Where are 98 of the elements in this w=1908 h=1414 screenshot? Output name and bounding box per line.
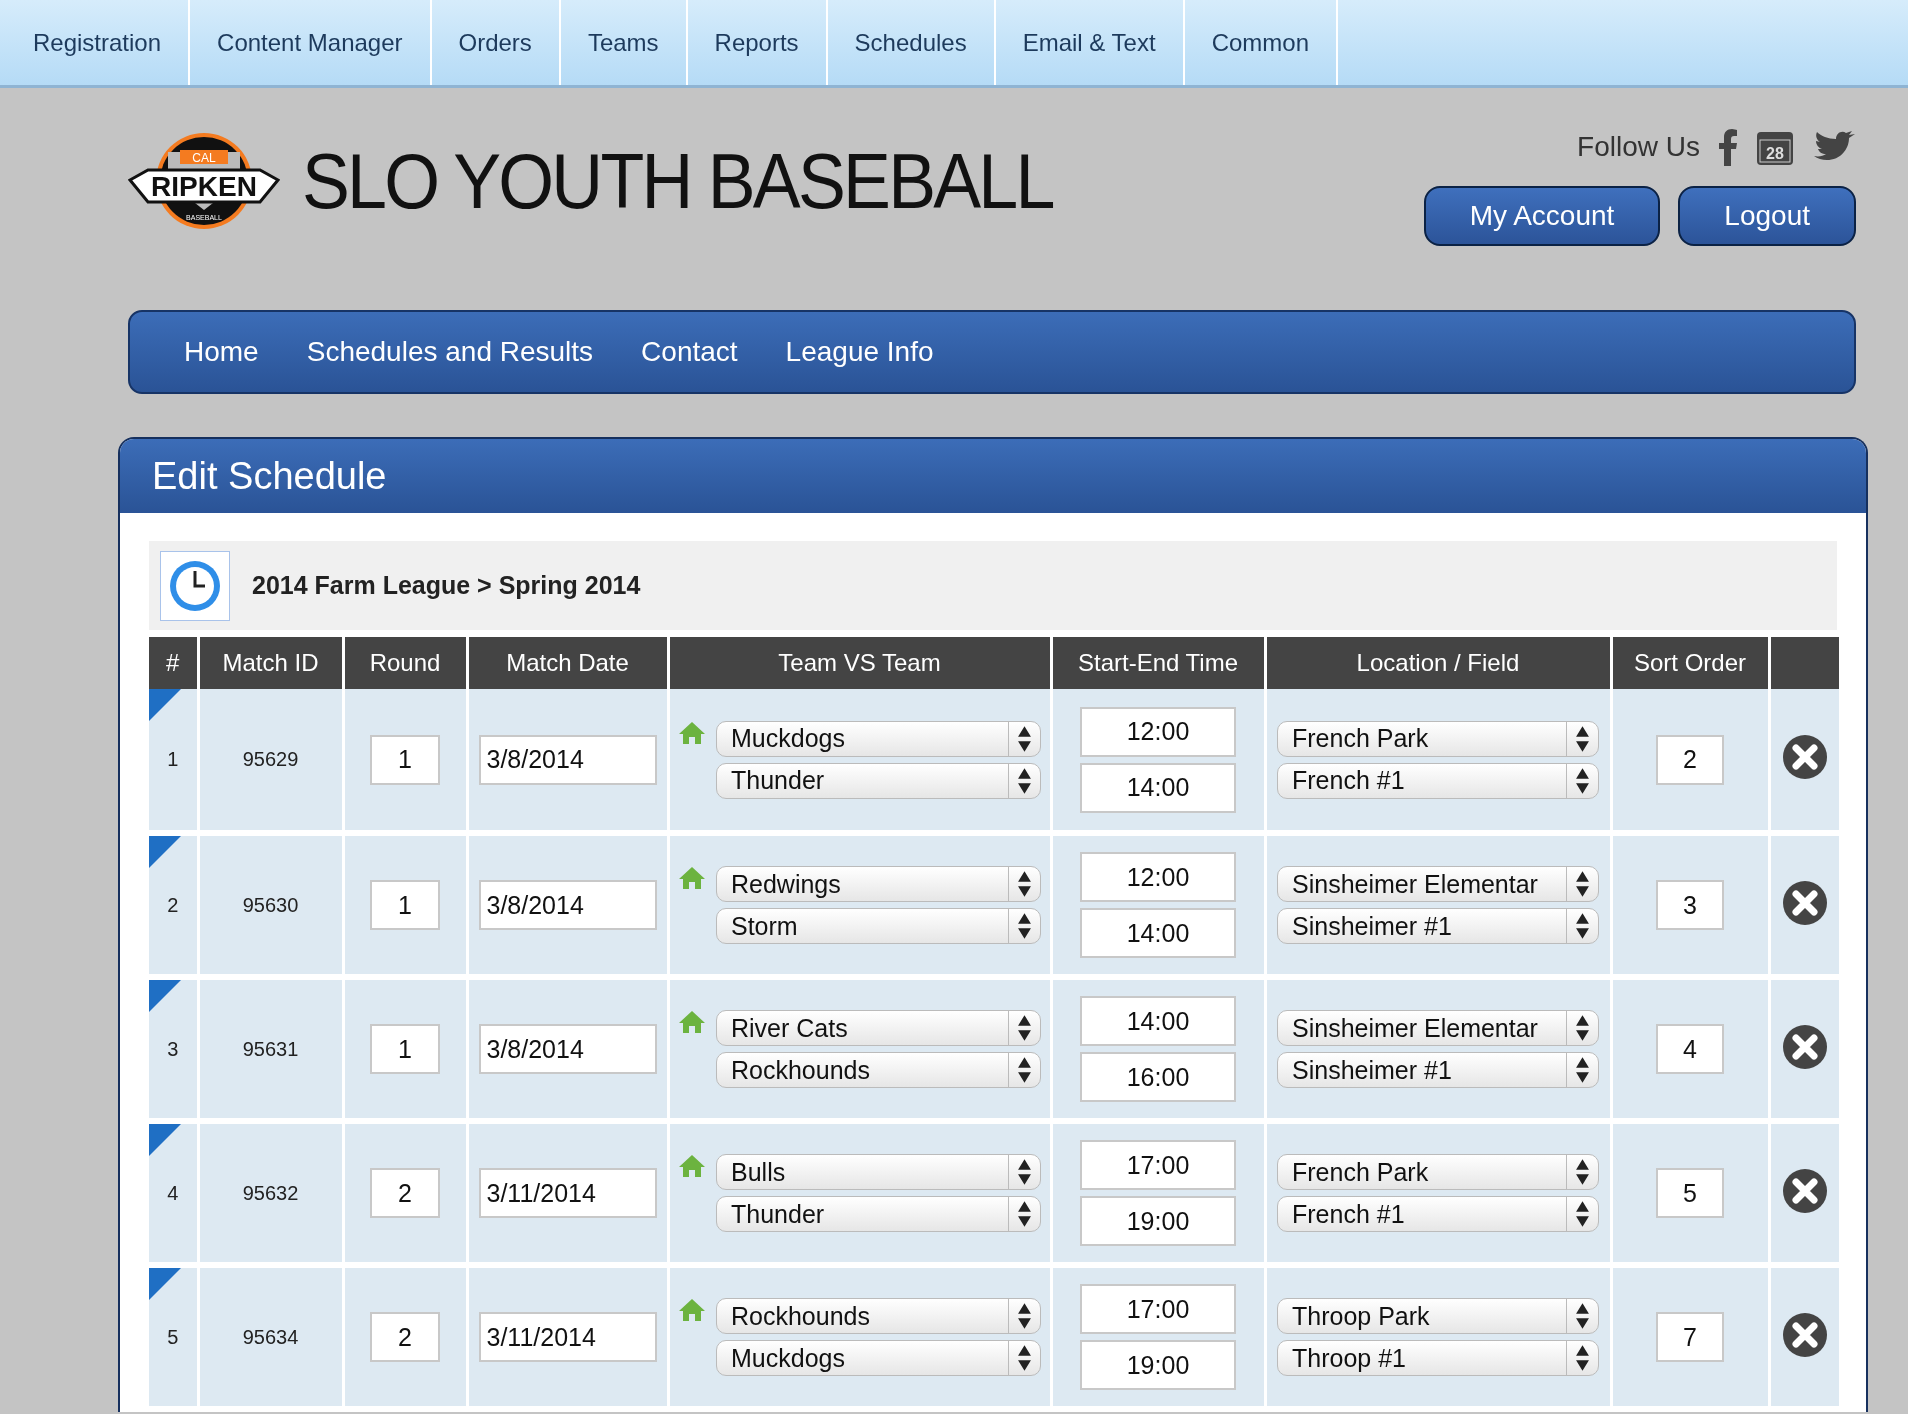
time-input[interactable]: 19:00 xyxy=(1080,1340,1236,1390)
team-select[interactable]: Storm xyxy=(716,908,1041,944)
time-input[interactable]: 12:00 xyxy=(1080,706,1236,757)
row-number: 4 xyxy=(167,1181,179,1204)
corner-marker-icon xyxy=(149,1124,181,1156)
home-icon xyxy=(678,720,706,745)
time-input[interactable]: 16:00 xyxy=(1080,1052,1236,1102)
nav-link[interactable]: League Info xyxy=(785,336,934,368)
field-select[interactable]: French #1 xyxy=(1277,762,1599,799)
date-input[interactable]: 3/8/2014 xyxy=(478,1024,657,1074)
column-header: # xyxy=(149,637,198,689)
sort-order-input[interactable]: 5 xyxy=(1656,1168,1724,1218)
field-select[interactable]: Sinsheimer #1 xyxy=(1277,908,1599,944)
round-input[interactable]: 1 xyxy=(370,1024,440,1074)
time-input[interactable]: 12:00 xyxy=(1080,852,1236,902)
delete-icon[interactable] xyxy=(1781,1167,1828,1214)
row-number: 2 xyxy=(167,893,179,916)
time-input[interactable]: 14:00 xyxy=(1080,908,1236,958)
delete-icon[interactable] xyxy=(1781,1023,1828,1070)
date-input[interactable]: 3/11/2014 xyxy=(478,1312,657,1362)
match-id: 95632 xyxy=(242,1181,299,1204)
top-menu-item[interactable]: Schedules xyxy=(827,0,996,85)
nav-link[interactable]: Home xyxy=(184,336,259,368)
team-select[interactable]: Rockhounds xyxy=(716,1052,1041,1088)
team-select[interactable]: Bulls xyxy=(716,1154,1041,1190)
field-select[interactable]: Sinsheimer #1 xyxy=(1277,1052,1599,1088)
nav-link[interactable]: Contact xyxy=(641,336,738,368)
top-menu-item[interactable]: Common xyxy=(1184,0,1338,85)
date-input[interactable]: 3/8/2014 xyxy=(478,880,657,930)
sort-order-input[interactable]: 2 xyxy=(1656,734,1724,785)
row-number: 5 xyxy=(167,1325,179,1348)
time-input[interactable]: 14:00 xyxy=(1080,762,1236,813)
sort-order-input[interactable]: 3 xyxy=(1656,880,1724,930)
location-select[interactable]: Sinsheimer Elementar xyxy=(1277,1010,1599,1046)
follow-label: Follow Us xyxy=(1577,131,1700,163)
corner-marker-icon xyxy=(149,980,181,1012)
facebook-icon[interactable] xyxy=(1718,128,1738,166)
round-input[interactable]: 1 xyxy=(370,880,440,930)
column-header: Team VS Team xyxy=(668,637,1051,689)
site-title: SLO YOUTH BASEBALL xyxy=(302,135,1053,227)
top-menu-item[interactable]: Teams xyxy=(560,0,688,85)
team-select[interactable]: Rockhounds xyxy=(716,1298,1041,1334)
account-button[interactable]: My Account xyxy=(1423,186,1661,246)
delete-icon[interactable] xyxy=(1781,734,1828,780)
date-input[interactable]: 3/8/2014 xyxy=(478,734,657,785)
location-select[interactable]: French Park xyxy=(1277,1154,1599,1190)
team-select[interactable]: Thunder xyxy=(716,1196,1041,1232)
column-header: Match ID xyxy=(198,637,343,689)
row-number: 3 xyxy=(167,1037,179,1060)
breadcrumb-text: 2014 Farm League > Spring 2014 xyxy=(252,571,641,600)
match-id: 95631 xyxy=(242,1037,299,1060)
home-icon xyxy=(678,866,706,890)
date-input[interactable]: 3/11/2014 xyxy=(478,1168,657,1218)
top-menu-item[interactable]: Email & Text xyxy=(995,0,1185,85)
delete-icon[interactable] xyxy=(1781,879,1828,926)
match-id: 95630 xyxy=(242,893,299,916)
field-select[interactable]: French #1 xyxy=(1277,1196,1599,1232)
sort-order-input[interactable]: 7 xyxy=(1656,1312,1724,1362)
column-header: Location / Field xyxy=(1265,637,1611,689)
sort-order-input[interactable]: 4 xyxy=(1656,1024,1724,1074)
top-menu-item[interactable]: Registration xyxy=(6,0,191,85)
top-menu-item[interactable]: Reports xyxy=(687,0,828,85)
column-header: Start-End Time xyxy=(1051,637,1265,689)
location-select[interactable]: French Park xyxy=(1277,720,1599,757)
match-id: 95634 xyxy=(242,1325,299,1348)
field-select[interactable]: Throop #1 xyxy=(1277,1340,1599,1376)
team-select[interactable]: Muckdogs xyxy=(716,1340,1041,1376)
time-input[interactable]: 14:00 xyxy=(1080,996,1236,1046)
column-header: Sort Order xyxy=(1611,637,1769,689)
home-icon xyxy=(678,1154,706,1178)
match-id: 95629 xyxy=(242,748,299,770)
team-select[interactable]: River Cats xyxy=(716,1010,1041,1046)
round-input[interactable]: 2 xyxy=(370,1312,440,1362)
corner-marker-icon xyxy=(149,689,181,721)
nav-link[interactable]: Schedules and Results xyxy=(306,336,594,368)
round-input[interactable]: 2 xyxy=(370,1168,440,1218)
location-select[interactable]: Throop Park xyxy=(1277,1298,1599,1334)
row-number: 1 xyxy=(167,748,179,770)
top-menu-item[interactable]: Orders xyxy=(431,0,561,85)
corner-marker-icon xyxy=(149,1268,181,1300)
top-menu-item[interactable]: Content Manager xyxy=(190,0,432,85)
panel-title: Edit Schedule xyxy=(120,439,1866,513)
round-input[interactable]: 1 xyxy=(370,734,440,785)
time-input[interactable]: 17:00 xyxy=(1080,1140,1236,1190)
column-header: Match Date xyxy=(467,637,668,689)
time-input[interactable]: 19:00 xyxy=(1080,1196,1236,1246)
corner-marker-icon xyxy=(149,836,181,868)
team-select[interactable]: Thunder xyxy=(716,762,1041,799)
time-input[interactable]: 17:00 xyxy=(1080,1284,1236,1334)
location-select[interactable]: Sinsheimer Elementar xyxy=(1277,866,1599,902)
column-header: Round xyxy=(343,637,467,689)
account-button[interactable]: Logout xyxy=(1678,186,1856,246)
home-icon xyxy=(678,1298,706,1322)
home-icon xyxy=(678,1010,706,1034)
clock-icon xyxy=(160,550,230,621)
team-select[interactable]: Redwings xyxy=(716,866,1041,902)
team-select[interactable]: Muckdogs xyxy=(716,720,1041,757)
delete-icon[interactable] xyxy=(1781,1311,1828,1358)
